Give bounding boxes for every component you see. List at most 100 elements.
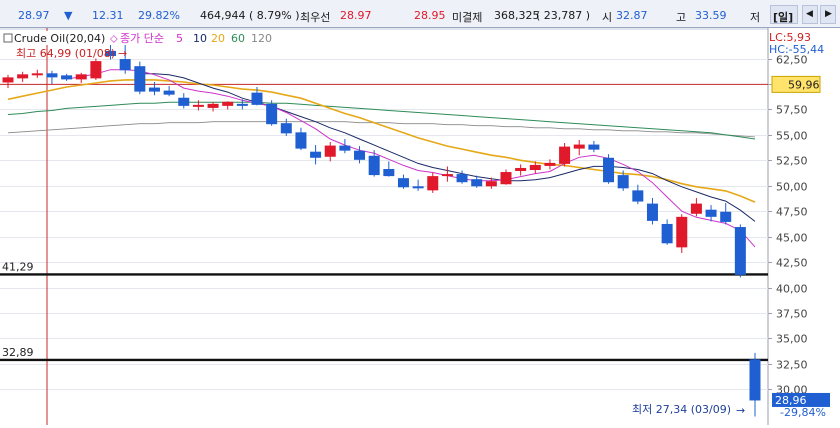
chevron-left-icon: ◀: [806, 9, 813, 19]
candle-body: [295, 132, 307, 149]
candle-body: [266, 103, 278, 125]
candle-body: [222, 101, 234, 106]
candlestick-chart: 62,5060,0057,5055,0052,5050,0047,5045,00…: [0, 28, 840, 425]
candle-body: [2, 77, 14, 83]
candle-body: [90, 61, 102, 79]
reference-price-label: 59,96: [788, 78, 820, 91]
candle-body: [544, 162, 556, 166]
y-tick-label: 57,50: [776, 104, 808, 117]
y-tick-label: 47,50: [776, 206, 808, 219]
candle-body: [368, 155, 380, 176]
candle-body: [148, 87, 160, 92]
candle-body: [749, 359, 761, 401]
candle-body: [441, 174, 453, 177]
candle-body: [690, 203, 702, 214]
open-label: 시: [602, 11, 613, 24]
candle-body: [632, 190, 644, 202]
open-interest-change: ( 23,787 ): [536, 9, 591, 22]
candle-body: [61, 75, 73, 80]
legend-ma-5: 5: [176, 32, 183, 45]
open-interest-label: 미결제: [452, 11, 483, 24]
candle-body: [310, 151, 322, 158]
open-value: 32.87: [616, 9, 648, 22]
candle-body: [178, 97, 190, 106]
candle-body: [559, 146, 571, 164]
candle: [90, 58, 102, 80]
y-tick-label: 45,00: [776, 232, 808, 245]
y-tick-label: 42,50: [776, 257, 808, 270]
down-triangle-icon: ▼: [64, 9, 73, 22]
candle-body: [734, 227, 746, 275]
candle-body: [207, 103, 219, 108]
candle-body: [500, 172, 512, 185]
y-tick-label: 35,00: [776, 333, 808, 346]
best-ask-value: 28.97: [340, 9, 372, 22]
candle-body: [192, 104, 204, 107]
legend-checkbox[interactable]: [3, 33, 13, 43]
legend-ma-label: 종가 단순: [120, 32, 164, 45]
candle-body: [324, 145, 336, 157]
candle-body: [236, 103, 248, 106]
current-change-label: -29,84%: [780, 406, 826, 419]
open-interest-value: 368,325: [494, 9, 540, 22]
candle: [676, 214, 688, 253]
candle-body: [515, 167, 527, 172]
candle-body: [427, 176, 439, 191]
candle-body: [397, 178, 409, 188]
low-annotation: 최저 27,34 (03/09): [632, 403, 731, 416]
candle-body: [603, 157, 615, 183]
best-ask-label: 최우선: [300, 11, 331, 24]
legend-ma-60: 60: [231, 32, 245, 45]
candle-body: [17, 74, 29, 79]
legend-ma-120: 120: [251, 32, 272, 45]
period-button-label: [일]: [773, 11, 794, 24]
y-tick-label: 55,00: [776, 130, 808, 143]
ticker-change: 12.31: [92, 9, 124, 22]
ticker-volume: 464,944: [200, 9, 246, 22]
candle-body: [119, 59, 131, 71]
candle: [134, 61, 146, 95]
ticker-price: 28.97: [18, 9, 50, 22]
chevron-right-icon: ▶: [825, 9, 832, 19]
candle-body: [280, 123, 292, 134]
ticker-volume-pct: ( 8.79% ): [249, 9, 300, 22]
candle-body: [456, 174, 468, 183]
arrow-right-icon: →: [118, 47, 127, 60]
period-button[interactable]: [일]: [770, 5, 798, 24]
y-tick-label: 50,00: [776, 181, 808, 194]
candle-body: [617, 175, 629, 189]
candle: [603, 154, 615, 184]
high-annotation: 최고 64,99 (01/08): [16, 47, 115, 60]
y-tick-label: 40,00: [776, 283, 808, 296]
scroll-left-button[interactable]: ◀: [802, 5, 818, 24]
ticker-change-pct: 29.82%: [138, 9, 180, 22]
legend-title: Crude Oil(20,04): [14, 32, 105, 45]
legend-ma-icon: ⬦: [110, 32, 118, 45]
low-label: 저: [750, 11, 761, 24]
candle-body: [31, 73, 43, 76]
scroll-right-button[interactable]: ▶: [820, 5, 836, 24]
candle-body: [588, 144, 600, 150]
candle-body: [573, 144, 585, 149]
candle-body: [705, 209, 717, 217]
price-chart[interactable]: 62,5060,0057,5055,0052,5050,0047,5045,00…: [0, 28, 840, 425]
candle-body: [529, 164, 541, 170]
y-tick-label: 52,50: [776, 155, 808, 168]
support-level-2-label: 32,89: [2, 346, 34, 359]
ticker-bar: 28.97 ▼ 12.31 29.82% 464,944 ( 8.79% ) 최…: [0, 0, 840, 28]
best-bid-value: 28.95: [414, 9, 446, 22]
arrow-right-icon: →: [736, 404, 745, 417]
y-tick-label: 32,50: [776, 359, 808, 372]
y-tick-label: 37,50: [776, 308, 808, 321]
candle-body: [75, 74, 87, 80]
candle: [266, 100, 278, 126]
candle-body: [485, 181, 497, 187]
candle-body: [646, 203, 658, 221]
hc-label: HC:-55,44: [769, 43, 824, 56]
candle-body: [163, 90, 175, 95]
high-label: 고: [676, 11, 687, 24]
candle-body: [412, 186, 424, 189]
candle-body: [383, 168, 395, 177]
candle-body: [339, 145, 351, 151]
legend-ma-10: 10: [193, 32, 207, 45]
